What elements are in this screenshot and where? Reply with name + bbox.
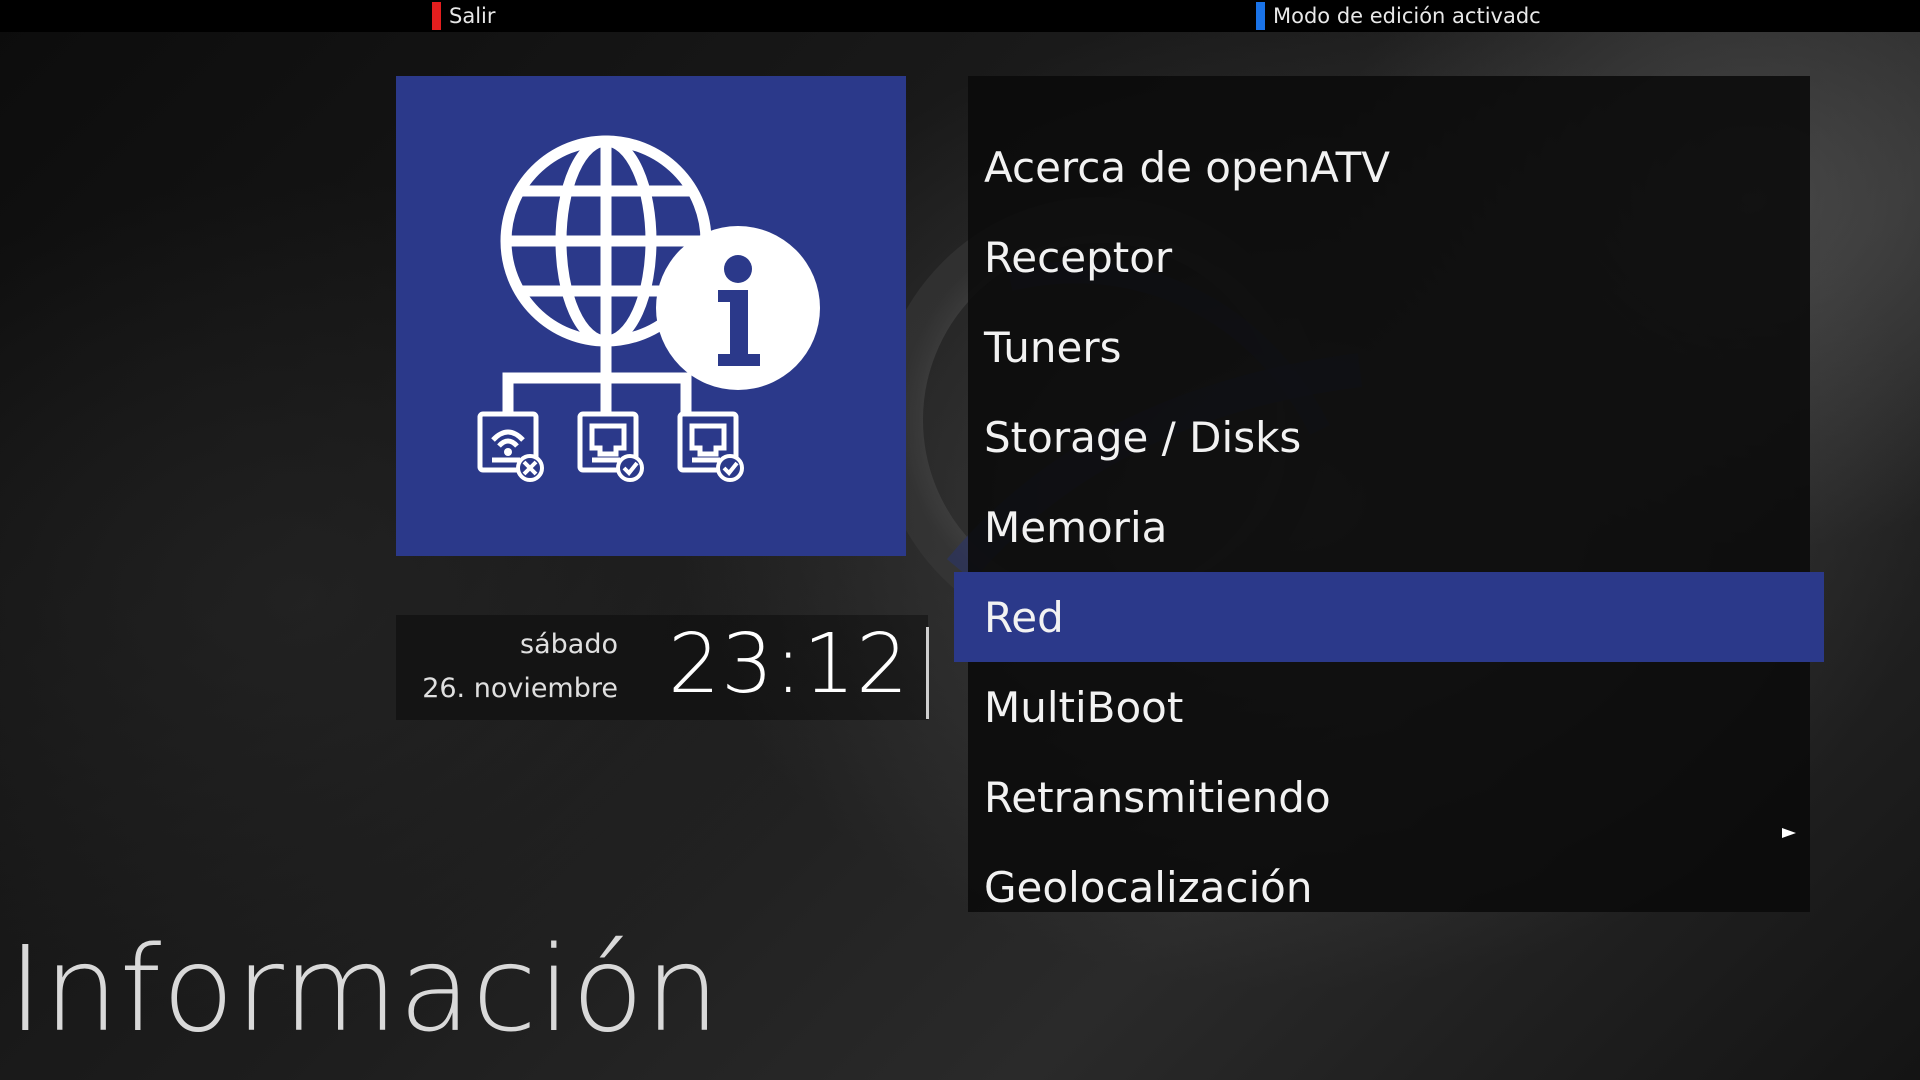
red-key-label: Salir [449,4,496,28]
blue-key-indicator [1256,2,1265,30]
menu-item-memoria[interactable]: Memoria [968,482,1810,572]
blue-key-label: Modo de edición activadc [1273,4,1541,28]
menu-item-storage[interactable]: Storage / Disks [968,392,1810,482]
menu-item-geolocalizacion[interactable]: Geolocalización [968,842,1810,932]
clock-divider [926,627,929,719]
menu-item-multiboot[interactable]: MultiBoot [968,662,1810,752]
network-info-tile [396,76,906,556]
screen-title: Información [8,920,721,1058]
info-menu-list: Acerca de openATV Receptor Tuners Storag… [954,76,1824,912]
clock-day: sábado [520,629,618,660]
clock-time: 23:12 [668,617,910,712]
menu-item-retransmitiendo[interactable]: Retransmitiendo [968,752,1810,842]
menu-item-tuners[interactable]: Tuners [968,302,1810,392]
network-info-icon [477,135,820,482]
menu-item-acerca[interactable]: Acerca de openATV [968,122,1810,212]
red-key-hint[interactable]: Salir [432,2,496,30]
red-key-indicator [432,2,441,30]
clock-date: 26. noviembre [422,673,618,704]
clock-widget: sábado 26. noviembre 23:12 [396,615,929,720]
menu-item-red[interactable]: Red [954,572,1824,662]
scroll-more-arrow-icon[interactable] [1782,828,1796,838]
blue-key-hint[interactable]: Modo de edición activadc [1256,2,1541,30]
menu-item-receptor[interactable]: Receptor [968,212,1810,302]
top-key-bar: Salir Modo de edición activadc [0,0,1920,32]
